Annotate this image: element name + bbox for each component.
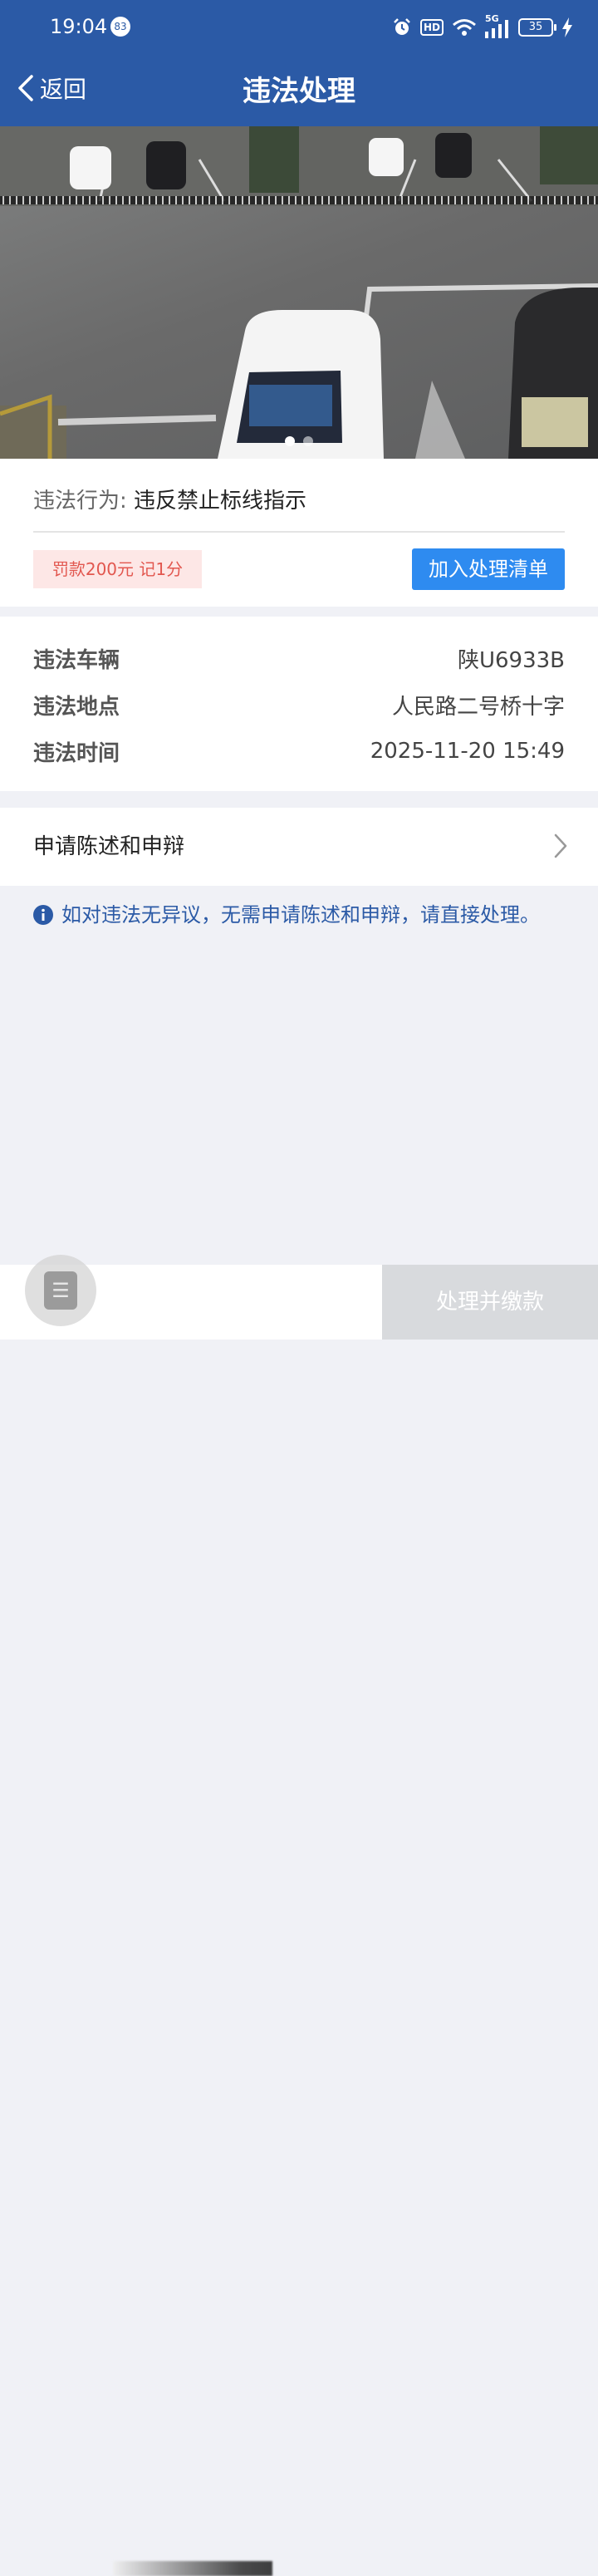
photo-main-drawing	[0, 283, 598, 459]
divider	[33, 531, 565, 533]
signal-indicator: 5G	[485, 13, 510, 38]
detail-label: 违法时间	[33, 740, 120, 766]
violation-behavior: 违法行为: 违反禁止标线指示	[33, 484, 306, 514]
menu-icon: ☰	[44, 1271, 77, 1310]
add-to-list-button[interactable]: 加入处理清单	[412, 548, 565, 590]
battery-icon: 35	[518, 18, 556, 37]
detail-value: 人民路二号桥十字	[391, 694, 565, 720]
appeal-row[interactable]: 申请陈述和申辩	[0, 808, 598, 886]
notice-text: 如对违法无异议，无需申请陈述和申辩，请直接处理。	[61, 903, 540, 927]
violation-details-card: 违法车辆 陕U6933B 违法地点 人民路二号桥十字 违法时间 2025-11-…	[0, 617, 598, 791]
chevron-right-icon	[554, 833, 567, 858]
info-icon	[33, 905, 53, 925]
floating-menu-button[interactable]: ☰	[25, 1255, 96, 1326]
photo-thumbnail-strip	[0, 126, 598, 206]
hd-badge: HD	[419, 19, 444, 36]
violation-photo-carousel[interactable]	[0, 126, 598, 459]
notice: 如对违法无异议，无需申请陈述和申辩，请直接处理。	[33, 901, 548, 929]
wifi-icon	[453, 19, 476, 36]
detail-row-time: 违法时间 2025-11-20 15:49	[33, 735, 565, 768]
violation-card: 违法行为: 违反禁止标线指示 罚款200元 记1分 加入处理清单	[0, 459, 598, 607]
carousel-indicator	[0, 434, 598, 450]
photo-metadata-line	[0, 196, 598, 204]
violation-behavior-label: 违法行为:	[33, 489, 127, 514]
status-icons: HD 5G 35	[392, 13, 573, 40]
process-and-pay-button[interactable]: 处理并缴款	[382, 1265, 598, 1340]
detail-label: 违法地点	[33, 694, 120, 720]
violation-behavior-value: 违反禁止标线指示	[134, 489, 307, 514]
fine-tag: 罚款200元 记1分	[33, 550, 202, 588]
detail-label: 违法车辆	[33, 647, 120, 673]
page-title: 违法处理	[243, 75, 355, 108]
app-header: 19:04 83 HD 5G 35 返回 违法处理	[0, 0, 598, 126]
alarm-icon	[394, 18, 410, 35]
detail-row-location: 违法地点 人民路二号桥十字	[33, 688, 565, 721]
blurred-content	[113, 2561, 272, 2576]
notification-count-badge: 83	[110, 17, 130, 37]
appeal-label: 申请陈述和申辩	[33, 834, 185, 859]
carousel-dot[interactable]	[303, 436, 313, 446]
detail-row-vehicle: 违法车辆 陕U6933B	[33, 642, 565, 675]
battery-level: 35	[528, 21, 543, 33]
detail-value: 陕U6933B	[457, 647, 565, 673]
detail-value: 2025-11-20 15:49	[370, 739, 565, 764]
network-type-label: 5G	[485, 13, 499, 24]
photo-main-view	[0, 206, 598, 459]
status-time: 19:04	[50, 15, 108, 38]
charging-icon	[562, 17, 572, 37]
photo-thumbnail-drawing	[0, 126, 598, 206]
carousel-dot[interactable]	[285, 436, 295, 446]
